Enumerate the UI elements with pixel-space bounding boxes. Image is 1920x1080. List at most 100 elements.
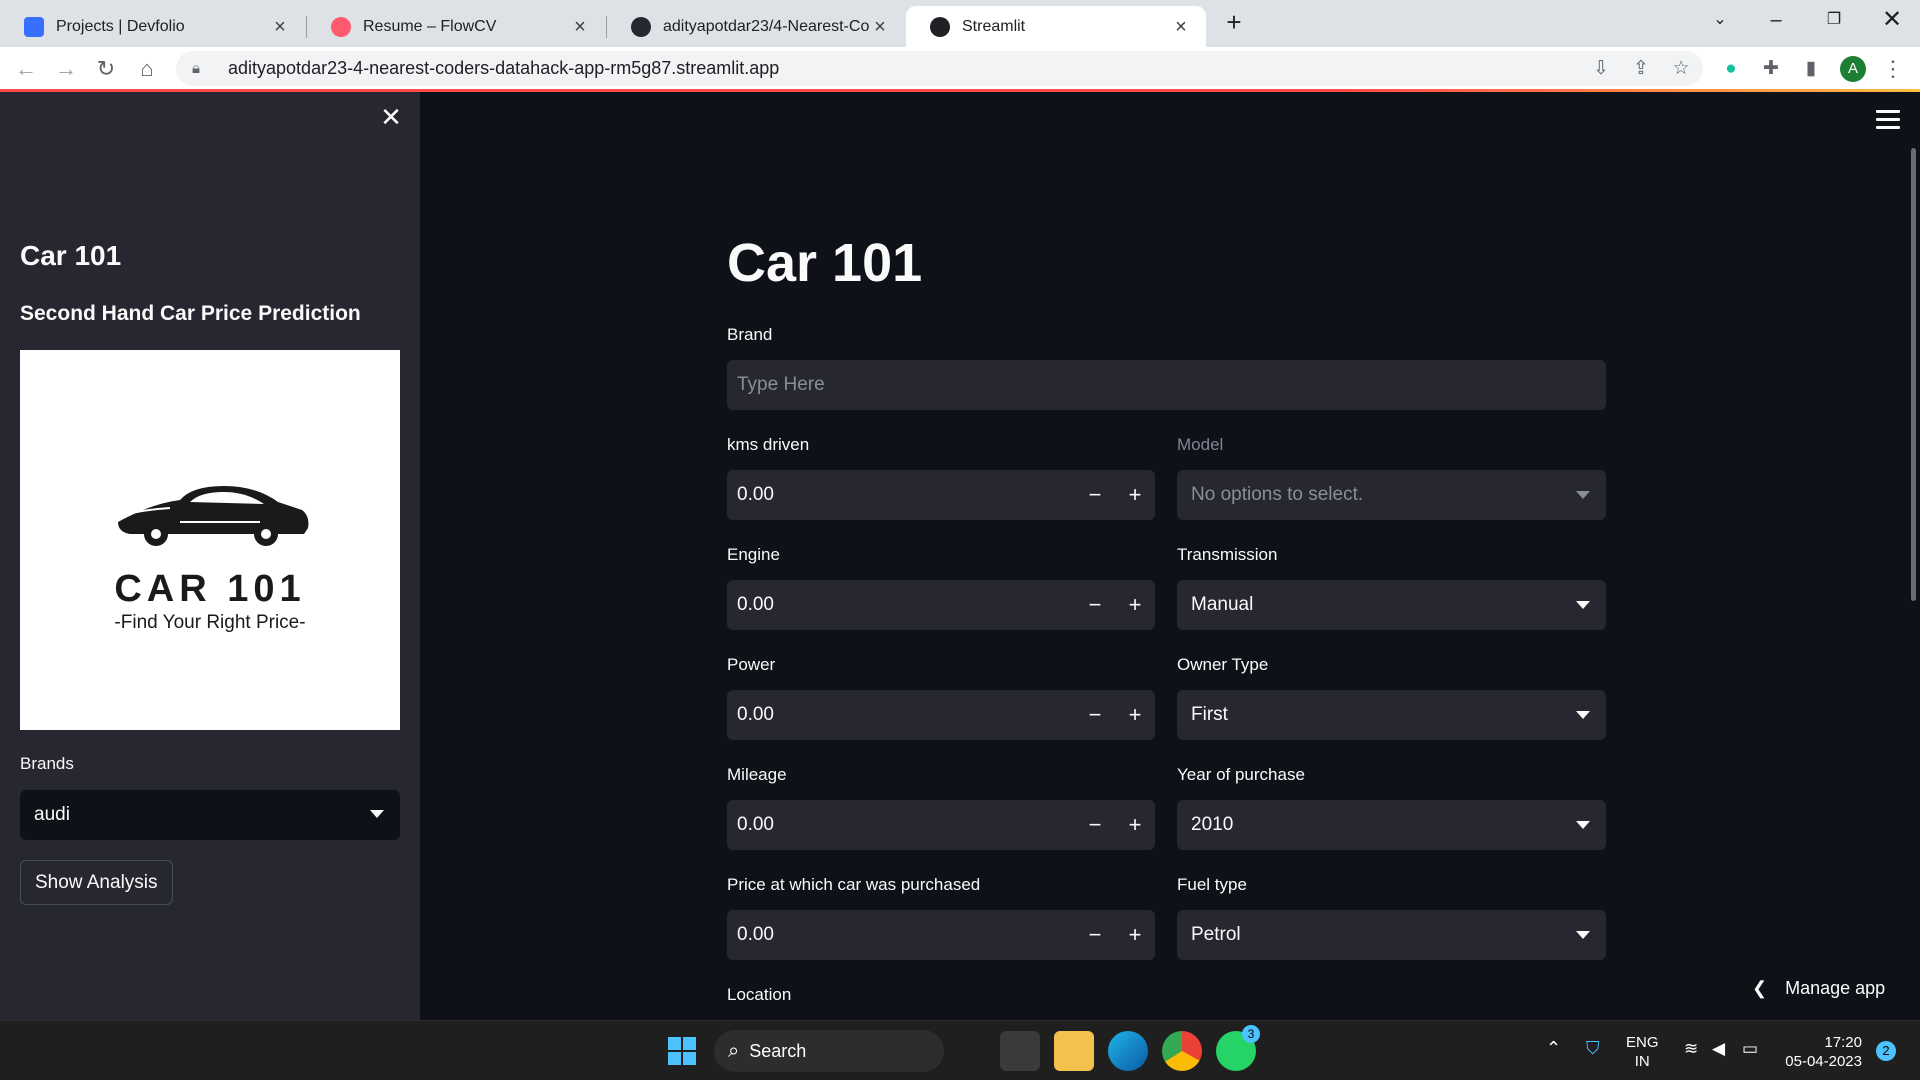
lock-icon: 🔒︎ [192, 60, 200, 77]
streamlit-favicon-icon [930, 16, 950, 37]
tab-title: Streamlit [962, 17, 1026, 35]
close-tab-icon[interactable]: × [869, 16, 891, 38]
taskbar-search-box[interactable]: ⌕ Search [714, 1030, 944, 1072]
logo-tagline-text: -Find Your Right Price- [114, 612, 306, 633]
decrement-button[interactable]: − [1075, 690, 1115, 740]
back-icon[interactable]: ← [10, 53, 42, 85]
car-101-logo-image: CAR 101 -Find Your Right Price- [20, 350, 400, 730]
chrome-browser-icon[interactable] [1162, 1031, 1202, 1071]
fuel-type-select[interactable]: Petrol [1177, 910, 1606, 960]
brands-select[interactable]: audi [20, 790, 400, 840]
increment-button[interactable]: + [1115, 800, 1155, 850]
year-of-purchase-label: Year of purchase [1177, 765, 1305, 784]
close-tab-icon[interactable]: × [269, 16, 291, 38]
model-selected-value: No options to select. [1191, 484, 1364, 505]
minimize-icon[interactable]: – [1748, 0, 1804, 40]
tab-flowcv[interactable]: Resume – FlowCV × [307, 6, 605, 47]
language-region: IN [1634, 1053, 1650, 1070]
search-icon: ⌕ [728, 1039, 740, 1062]
engine-number-input[interactable]: 0.00 − + [727, 580, 1155, 630]
tab-devfolio[interactable]: Projects | Devfolio × [0, 6, 305, 47]
tab-github[interactable]: adityapotdar23/4-Nearest-Coders × [607, 6, 905, 47]
flowcv-favicon-icon [331, 16, 351, 37]
brand-text-input[interactable]: Type Here [727, 360, 1606, 410]
power-number-input[interactable]: 0.00 − + [727, 690, 1155, 740]
close-sidebar-icon[interactable]: ✕ [378, 104, 404, 130]
sidebar-subtitle: Second Hand Car Price Prediction [20, 302, 361, 325]
increment-button[interactable]: + [1115, 910, 1155, 960]
defender-shield-icon[interactable]: ⛉ [1586, 1039, 1600, 1058]
side-panel-icon[interactable]: ▮ [1798, 56, 1824, 82]
grammarly-icon[interactable]: ● [1718, 56, 1744, 82]
power-label: Power [727, 655, 776, 674]
chevron-down-icon [1576, 711, 1590, 719]
decrement-button[interactable]: − [1075, 800, 1115, 850]
chrome-menu-icon[interactable]: ⋮ [1880, 56, 1906, 82]
chevron-down-icon [1576, 821, 1590, 829]
battery-icon[interactable]: ▭ [1742, 1039, 1758, 1058]
car-silhouette-icon [118, 486, 309, 546]
bookmark-star-icon[interactable]: ☆ [1668, 56, 1694, 82]
manage-app-button[interactable]: ❮ Manage app [1752, 978, 1885, 999]
kms-driven-label: kms driven [727, 435, 810, 454]
chevron-left-icon: ❮ [1752, 978, 1768, 998]
purchase-price-number-input[interactable]: 0.00 − + [727, 910, 1155, 960]
show-hidden-icons-chevron-icon[interactable]: ⌃ [1546, 1039, 1561, 1058]
tab-search-chevron-icon[interactable]: ⌄ [1692, 0, 1748, 40]
engine-label: Engine [727, 545, 780, 564]
scrollbar[interactable] [1911, 148, 1916, 601]
chevron-down-icon [370, 810, 384, 818]
profile-avatar[interactable]: A [1840, 56, 1866, 82]
mileage-number-input[interactable]: 0.00 − + [727, 800, 1155, 850]
year-of-purchase-select[interactable]: 2010 [1177, 800, 1606, 850]
tab-streamlit[interactable]: Streamlit × [906, 6, 1206, 47]
edge-browser-icon[interactable] [1108, 1031, 1148, 1071]
wifi-icon[interactable]: ≋ [1684, 1039, 1698, 1058]
transmission-select[interactable]: Manual [1177, 580, 1606, 630]
increment-button[interactable]: + [1115, 580, 1155, 630]
logo-brand-text: CAR 101 [114, 568, 306, 610]
file-explorer-icon[interactable] [1054, 1031, 1094, 1071]
increment-button[interactable]: + [1115, 470, 1155, 520]
number-value: 0.00 [737, 704, 774, 725]
transmission-label: Transmission [1177, 545, 1278, 564]
kms-driven-number-input[interactable]: 0.00 − + [727, 470, 1155, 520]
owner-type-label: Owner Type [1177, 655, 1269, 674]
language-indicator[interactable]: ENG IN [1626, 1033, 1659, 1071]
windows-start-icon[interactable] [662, 1031, 702, 1071]
clock[interactable]: 17:20 05-04-2023 [1780, 1033, 1862, 1071]
owner-type-select[interactable]: First [1177, 690, 1606, 740]
increment-button[interactable]: + [1115, 690, 1155, 740]
home-icon[interactable]: ⌂ [131, 53, 163, 85]
sidebar-title: Car 101 [20, 240, 122, 271]
show-analysis-button[interactable]: Show Analysis [20, 860, 173, 905]
new-tab-icon[interactable]: + [1218, 6, 1250, 38]
extensions-puzzle-icon[interactable]: ✚ [1758, 56, 1784, 82]
volume-icon[interactable]: ◀ [1712, 1039, 1725, 1058]
address-bar[interactable]: 🔒︎ adityapotdar23-4-nearest-coders-datah… [176, 51, 1703, 86]
window-close-icon[interactable]: ✕ [1864, 0, 1920, 40]
task-view-icon[interactable] [1000, 1031, 1040, 1071]
number-value: 0.00 [737, 484, 774, 505]
browser-tab-bar: Projects | Devfolio × Resume – FlowCV × … [0, 0, 1920, 47]
devfolio-favicon-icon [24, 16, 44, 37]
whatsapp-icon[interactable]: 3 [1216, 1025, 1260, 1071]
restore-icon[interactable]: ❐ [1806, 0, 1862, 40]
notification-count-badge[interactable]: 2 [1876, 1041, 1896, 1061]
location-label: Location [727, 985, 792, 1004]
close-tab-icon[interactable]: × [1170, 16, 1192, 38]
decrement-button[interactable]: − [1075, 580, 1115, 630]
share-icon[interactable]: ⇪ [1628, 56, 1654, 82]
install-app-icon[interactable]: ⇩ [1588, 56, 1614, 82]
decrement-button[interactable]: − [1075, 470, 1115, 520]
decrement-button[interactable]: − [1075, 910, 1115, 960]
page-title: Car 101 [727, 233, 923, 293]
tab-title: Resume – FlowCV [363, 17, 497, 35]
close-tab-icon[interactable]: × [569, 16, 591, 38]
model-label: Model [1177, 435, 1224, 454]
hamburger-menu-icon[interactable] [1876, 110, 1900, 132]
forward-icon[interactable]: → [50, 53, 82, 85]
fuel-type-selected-value: Petrol [1191, 924, 1241, 945]
number-value: 0.00 [737, 924, 774, 945]
reload-icon[interactable]: ↻ [90, 53, 122, 85]
